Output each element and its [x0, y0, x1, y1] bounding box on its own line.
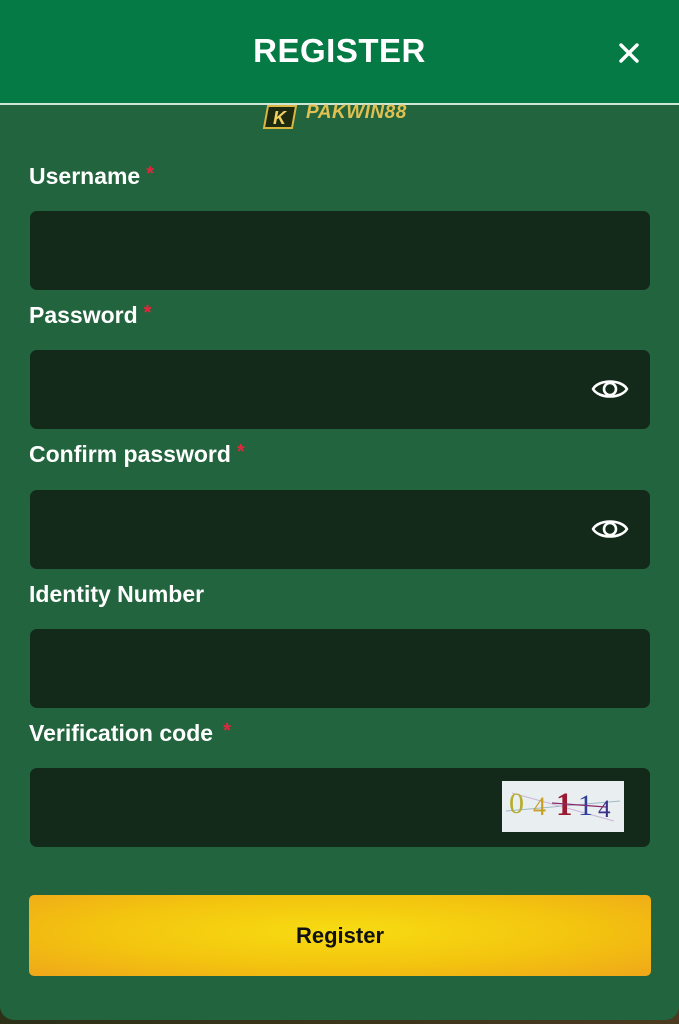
brand-logo-text: PAKWIN88 — [306, 102, 407, 123]
password-label: Password * — [29, 302, 151, 329]
captcha-digit: 1 — [556, 787, 573, 823]
confirm-password-field[interactable] — [30, 490, 650, 569]
verification-code-input[interactable] — [30, 768, 490, 847]
username-label: Username * — [29, 163, 154, 190]
username-label-text: Username — [29, 163, 141, 189]
register-dialog: REGISTER K PAKWIN88 Username * Password * — [0, 0, 679, 1020]
verification-code-label-text: Verification code — [29, 720, 214, 746]
username-input[interactable] — [30, 211, 650, 290]
eye-icon[interactable] — [591, 374, 629, 404]
password-label-text: Password — [29, 302, 138, 328]
required-marker: * — [143, 302, 152, 324]
required-marker: * — [146, 163, 155, 185]
confirm-password-input[interactable] — [30, 490, 650, 569]
dialog-header: REGISTER — [0, 0, 679, 105]
eye-icon[interactable] — [591, 514, 629, 544]
svg-text:K: K — [273, 108, 288, 128]
register-button[interactable]: Register — [29, 895, 651, 976]
verification-code-field[interactable]: 0 4 1 1 4 — [30, 768, 650, 847]
dialog-title: REGISTER — [253, 32, 426, 69]
captcha-digit: 4 — [533, 792, 546, 821]
required-marker: * — [236, 441, 245, 463]
verification-code-label: Verification code * — [29, 720, 231, 747]
password-field[interactable] — [30, 350, 650, 429]
captcha-digit: 0 — [509, 787, 524, 820]
brand-logo: K PAKWIN88 — [262, 102, 422, 130]
identity-number-label-text: Identity Number — [29, 581, 205, 607]
identity-number-field[interactable] — [30, 629, 650, 708]
identity-number-label: Identity Number — [29, 581, 204, 608]
identity-number-input[interactable] — [30, 629, 650, 708]
required-marker: * — [223, 720, 231, 742]
close-icon[interactable] — [612, 36, 646, 70]
captcha-digit: 4 — [598, 796, 611, 823]
username-field[interactable] — [30, 211, 650, 290]
confirm-password-label: Confirm password * — [29, 441, 245, 468]
password-input[interactable] — [30, 350, 650, 429]
confirm-password-label-text: Confirm password — [29, 441, 231, 467]
captcha-image[interactable]: 0 4 1 1 4 — [502, 781, 624, 832]
